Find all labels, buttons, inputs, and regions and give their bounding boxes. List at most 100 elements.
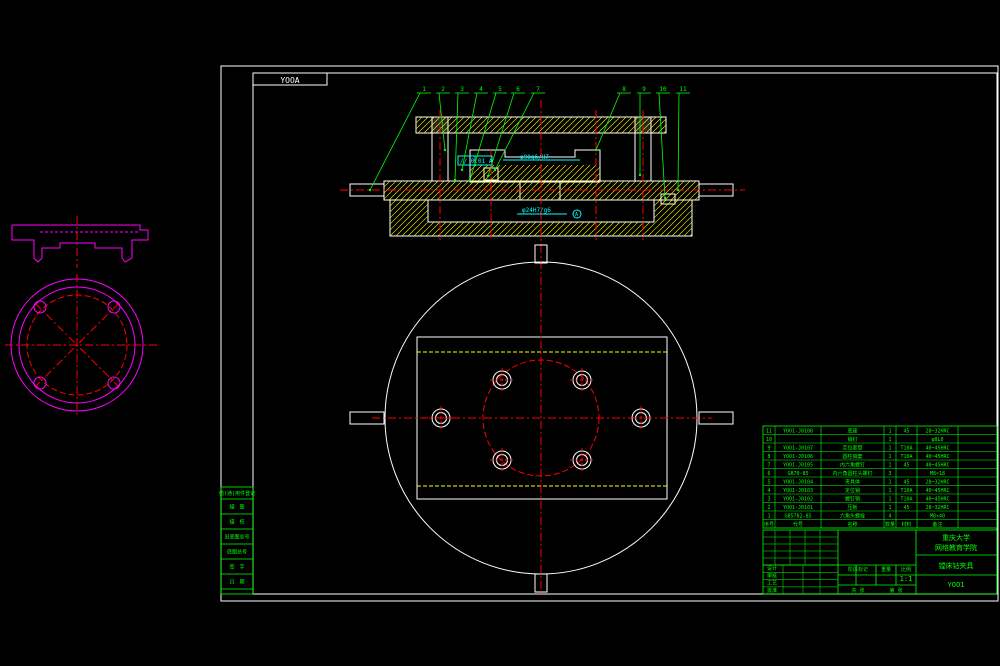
- stamp-label: 底图总号: [227, 549, 247, 556]
- scale-value: 1:1: [900, 575, 913, 583]
- bom-cell-name: 螺钉销: [845, 495, 860, 502]
- bom-row: 1 GB5782-85 六角头螺栓 4 M8×40: [767, 512, 945, 519]
- bom-cell-note: 40~45HRC: [925, 454, 949, 460]
- title-row-label: 批准: [767, 587, 777, 594]
- bom-cell-mat: 45: [903, 479, 909, 485]
- balloon-11: 11: [676, 86, 690, 192]
- bom-cell-mat: 45: [903, 505, 909, 511]
- bom-cell-name: 定位套筒: [842, 444, 862, 451]
- balloon-3: 3: [453, 86, 469, 182]
- stamp-label: 日 期: [229, 580, 244, 586]
- bom-cell-no: 4: [767, 488, 770, 494]
- drawing-number: YOO1: [948, 581, 965, 589]
- balloon-1: 1: [368, 86, 431, 192]
- balloon-6: 6: [486, 86, 525, 178]
- bom-cell-no: 11: [766, 428, 772, 434]
- drawing-viewport: YOOA // 0.01 A φ90g6/H7 φ24H7/g6 A 1 2 3…: [0, 0, 1000, 666]
- bom-cell-mat: T10A: [900, 496, 912, 502]
- bom-cell-name: 定位销: [845, 487, 860, 494]
- bom-cell-name: 内六角螺钉: [840, 461, 865, 468]
- bom-cell-no: 1: [767, 513, 770, 519]
- balloon-label: 2: [441, 86, 445, 93]
- bom-cell-note: 40~45HRC: [925, 488, 949, 494]
- bom-cell-no: 8: [767, 454, 770, 460]
- base-bottom-hatch: [428, 222, 654, 236]
- bom-row: 5 YOO1-J0104 夹具体 1 45 28~32HRC: [767, 478, 949, 485]
- balloon-label: 6: [516, 86, 520, 93]
- title-row-label: 审核: [767, 572, 777, 579]
- sheet-total: 共 张: [851, 587, 864, 594]
- dim-top-text: φ90g6/H7: [520, 154, 549, 161]
- bom-cell-qty: 1: [888, 445, 891, 451]
- bom-cell-mat: T10A: [900, 454, 912, 460]
- school-name: 重庆大学: [942, 533, 970, 542]
- bom-cell-qty: 1: [888, 479, 891, 485]
- balloon-10: 10: [656, 86, 670, 200]
- bom-cell-name: 销钉: [847, 436, 857, 443]
- stamp-label: 借(通)用件登记: [219, 490, 255, 497]
- title-row-label: 工艺: [767, 581, 777, 587]
- stamp-column: 借(通)用件登记描 图描 校旧底图总号底图总号签 字日 期: [219, 486, 255, 595]
- bom-cell-qty: 4: [888, 513, 891, 519]
- bom-row: 4 YOO1-J0103 定位销 1 T10A 40~45HRC: [767, 487, 949, 494]
- stamp-label: 旧底图总号: [224, 534, 249, 541]
- bom-cell-code: YOO1-J0106: [783, 454, 813, 460]
- bom-header: 序号 代号 名称 数量 材料 备注: [764, 521, 943, 528]
- left-part-sketch: [5, 216, 160, 418]
- bom-cell-note: 28~32HRC: [925, 505, 949, 511]
- bom-cell-code: YOO1-J0107: [783, 445, 813, 451]
- balloon-label: 4: [479, 86, 483, 93]
- bom-cell-code: YOO1-J0104: [783, 479, 813, 485]
- balloon-label: 3: [460, 86, 464, 93]
- bom-cell-name: 六角头螺栓: [840, 512, 865, 519]
- bom-row: 3 YOO1-J0102 螺钉销 1 T10A 40~45HRC: [767, 495, 949, 502]
- base-left-hatch: [390, 200, 428, 236]
- bom-cell-no: 2: [767, 505, 770, 511]
- bom-cell-qty: 3: [888, 471, 891, 477]
- phase-label: 阶段标记: [848, 566, 868, 573]
- bom-cell-no: 6: [767, 471, 770, 477]
- bom-cell-qty: 1: [888, 454, 891, 460]
- bom-header-cell: 序号: [764, 521, 774, 528]
- bolt-hole-2: [570, 368, 594, 392]
- bom-cell-name: 夹具体: [845, 478, 860, 485]
- bolt-hole-6: [570, 448, 594, 472]
- workpiece-hatch: [470, 165, 600, 182]
- bom-cell-note: M8×18: [930, 471, 945, 477]
- bom-cell-mat: 45: [903, 462, 909, 468]
- bom-cell-no: 7: [767, 462, 770, 468]
- balloon-label: 9: [642, 86, 646, 93]
- bom-cell-no: 3: [767, 496, 770, 502]
- bom-cell-code: YOO1-J0103: [783, 488, 813, 494]
- bolt-hole-1: [490, 368, 514, 392]
- bom-cell-note: 40~45HRC: [925, 445, 949, 451]
- section-hatching: [384, 117, 699, 236]
- bom-cell-note: φ8L0: [931, 437, 943, 443]
- bom-cell-name: 压板: [847, 504, 857, 511]
- bom-cell-note: 40~45HRC: [925, 496, 949, 502]
- bom-cell-code: YOO1-J0101: [783, 505, 813, 511]
- title-row-label: 设计: [767, 565, 777, 572]
- bom-row: 2 YOO1-J0101 压板 1 45 28~32HRC: [767, 504, 949, 511]
- bom-row: 8 YOO1-J0106 圆柱销套 1 T10A 40~45HRC: [767, 453, 949, 460]
- balloon-label: 8: [622, 86, 626, 93]
- bom-cell-code: GB5782-85: [784, 513, 811, 519]
- bom-cell-no: 10: [766, 437, 772, 443]
- bom-cell-no: 5: [767, 479, 770, 485]
- title-tag: YOOA: [280, 76, 299, 85]
- bom-cell-code: YOO1-J0102: [783, 496, 813, 502]
- bom-row: 11 YOO1-J0108 底座 1 45 28~32HRC: [766, 427, 950, 434]
- bom-cell-mat: T10A: [900, 488, 912, 494]
- plan-view: [349, 244, 734, 595]
- bom-header-cell: 数量: [885, 521, 895, 528]
- balloon-label: 10: [659, 86, 667, 93]
- bom-cell-qty: 1: [888, 505, 891, 511]
- bom-header-cell: 材料: [901, 521, 911, 528]
- bom-cell-mat: T10A: [900, 445, 912, 451]
- bom-cell-note: M8×40: [930, 513, 945, 519]
- base-right-hatch: [654, 200, 692, 236]
- bom-cell-note: 28~32HRC: [925, 428, 949, 434]
- balloon-label: 11: [679, 86, 687, 93]
- drawing-frame: [220, 65, 999, 602]
- bom-cell-note: 28~32HRC: [925, 479, 949, 485]
